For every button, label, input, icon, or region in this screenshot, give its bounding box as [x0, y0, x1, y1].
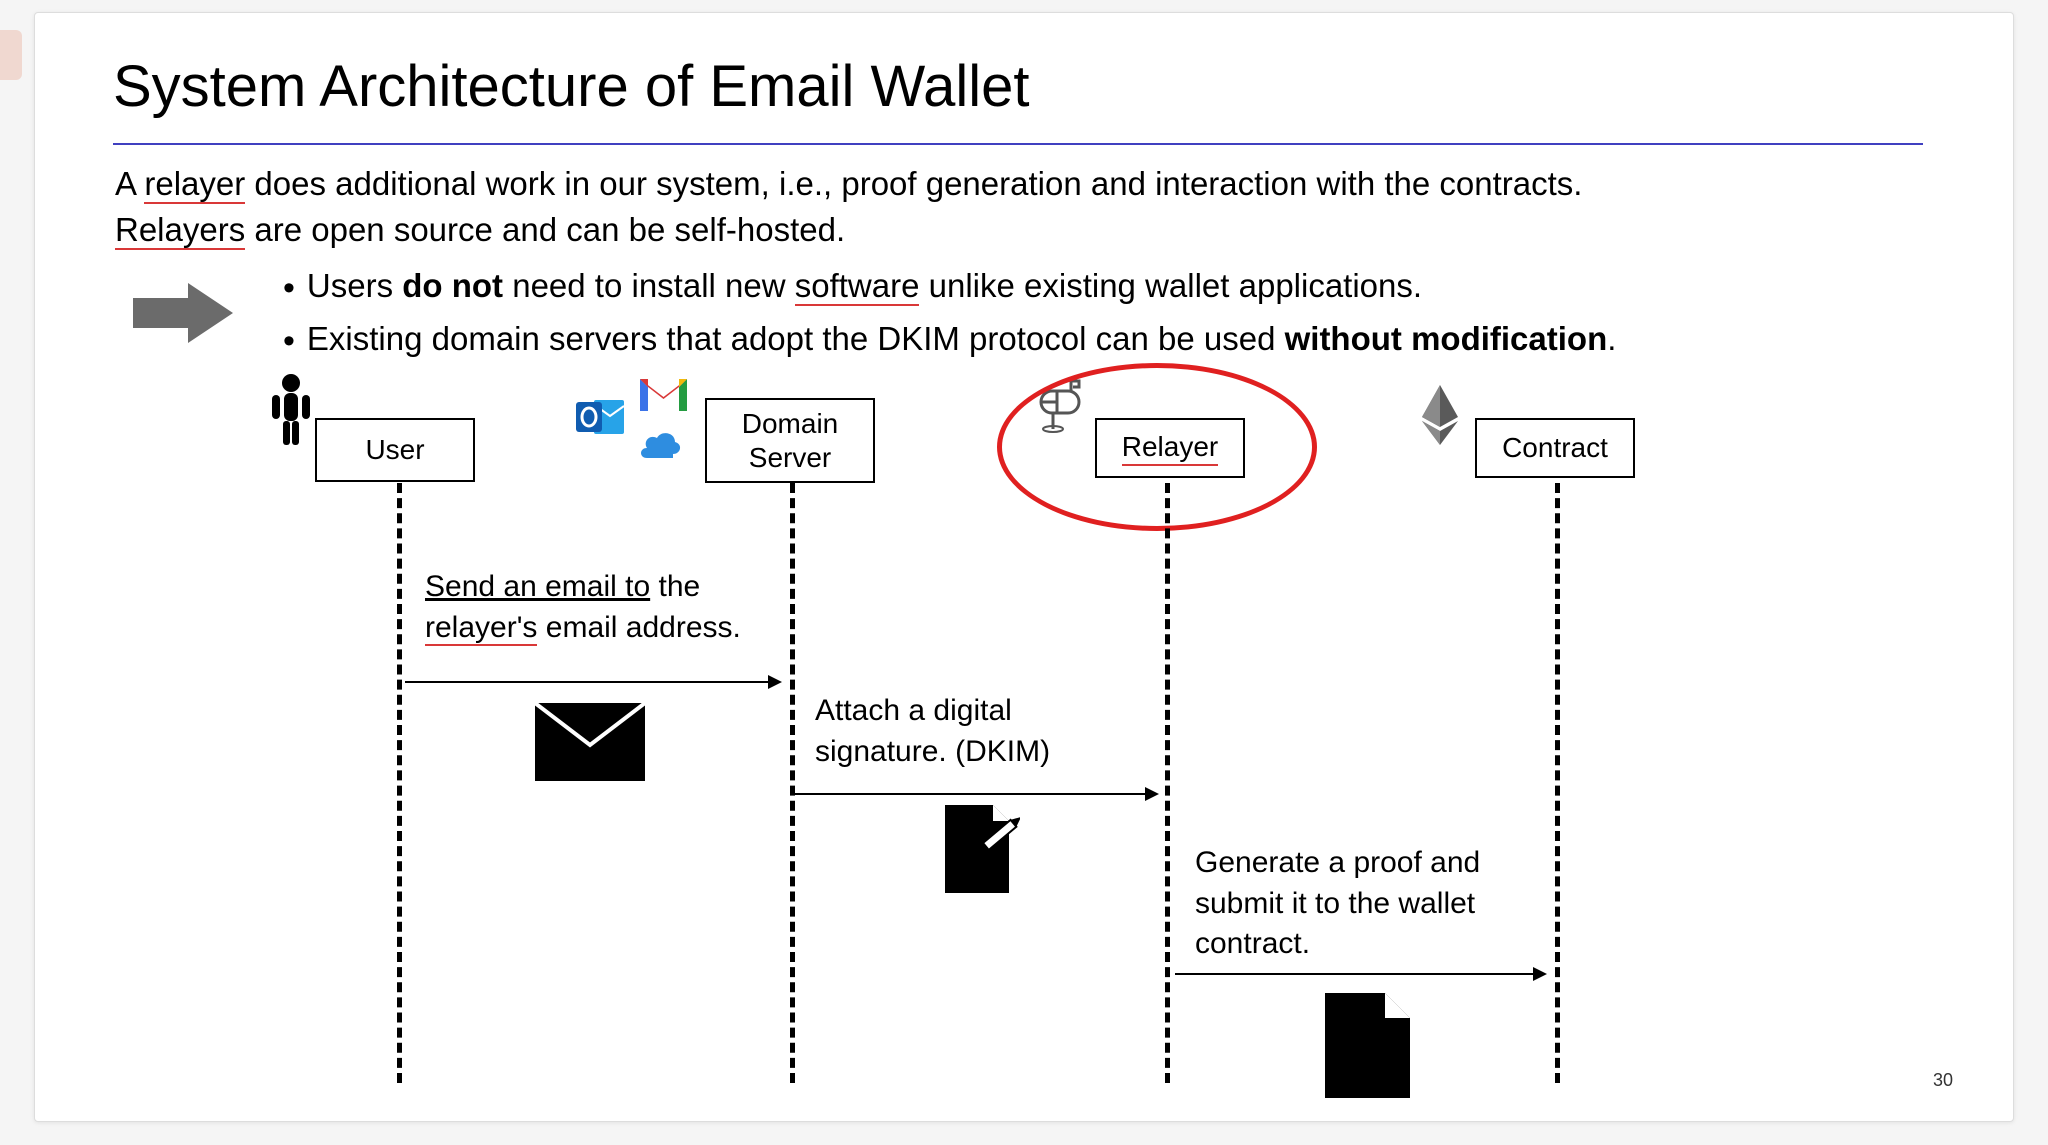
slide: System Architecture of Email Wallet A re… — [34, 12, 2014, 1122]
actor-contract-label: Contract — [1502, 431, 1608, 465]
actor-domain-label: Domain Server — [707, 407, 873, 474]
m1-relayer: relayer's — [425, 611, 537, 646]
message-3-arrow — [1175, 973, 1545, 975]
message-2-text: Attach a digital signature. (DKIM) — [815, 691, 1145, 772]
outlook-icon — [576, 396, 626, 438]
lifeline-user — [397, 483, 402, 1083]
b1-mid: need to install new — [503, 267, 795, 304]
slide-ribbon — [0, 30, 22, 80]
gmail-icon — [636, 371, 691, 415]
bullet-2: • Existing domain servers that adopt the… — [283, 314, 1616, 367]
b2-bold: without modification — [1285, 320, 1608, 357]
message-1-arrow — [405, 681, 780, 683]
arrow-right-icon — [133, 283, 233, 343]
bullet-dot-icon: • — [283, 316, 295, 367]
person-icon — [268, 373, 314, 448]
bullet-list: • Users do not need to install new softw… — [283, 261, 1616, 367]
m1-u1: Send an email to — [425, 570, 650, 603]
bullet-dot-icon: • — [283, 263, 295, 314]
b1-bold: do not — [402, 267, 503, 304]
ethereum-icon — [1420, 385, 1460, 445]
lifeline-contract — [1555, 483, 1560, 1083]
sub-b-relayers: Relayers — [115, 211, 245, 250]
actor-user-label: User — [365, 433, 424, 467]
sub-b-post: are open source and can be self-hosted. — [245, 211, 845, 248]
highlight-ellipse — [997, 363, 1317, 531]
m1-a: the — [650, 570, 700, 603]
b1-software: software — [795, 267, 920, 306]
b1-post: unlike existing wallet applications. — [919, 267, 1422, 304]
actor-domain-box: Domain Server — [705, 398, 875, 483]
sub-a-pre: A — [115, 165, 144, 202]
page-number: 30 — [1933, 1070, 1953, 1091]
sub-a-post: does additional work in our system, i.e.… — [245, 165, 1582, 202]
message-1-text: Send an email to the relayer's email add… — [425, 567, 765, 648]
message-3-text: Generate a proof and submit it to the wa… — [1195, 843, 1535, 965]
envelope-icon — [535, 703, 645, 781]
m1-b: email address. — [537, 611, 740, 644]
b2-post: . — [1607, 320, 1616, 357]
lifeline-domain — [790, 483, 795, 1083]
title-divider — [113, 143, 1923, 145]
bullet-1: • Users do not need to install new softw… — [283, 261, 1616, 314]
message-2-arrow — [795, 793, 1157, 795]
b2-pre: Existing domain servers that adopt the D… — [307, 320, 1285, 357]
document-icon — [1325, 993, 1410, 1098]
actor-contract-box: Contract — [1475, 418, 1635, 478]
subtitle: A relayer does additional work in our sy… — [115, 161, 1582, 253]
b1-pre: Users — [307, 267, 402, 304]
slide-title: System Architecture of Email Wallet — [113, 53, 1029, 120]
document-sign-icon — [945, 805, 1020, 897]
lifeline-relayer — [1165, 483, 1170, 1083]
cloud-icon — [635, 426, 685, 461]
sub-a-relayer: relayer — [144, 165, 245, 204]
actor-user-box: User — [315, 418, 475, 482]
